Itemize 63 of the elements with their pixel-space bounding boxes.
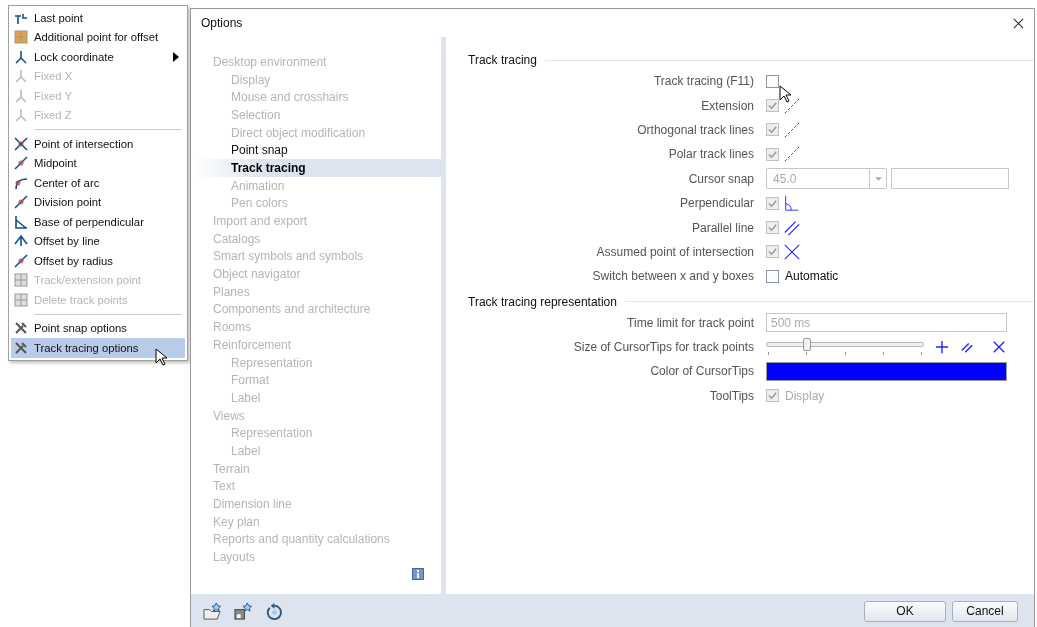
option-label: Track tracing (F11) — [652, 74, 754, 89]
checkbox[interactable] — [766, 269, 779, 283]
menu-item[interactable]: Center of arc — [11, 173, 185, 193]
cross-icon — [13, 135, 29, 152]
submenu-arrow-icon — [173, 51, 179, 62]
option-label: Switch between x and y boxes — [591, 269, 754, 284]
cross-icon — [783, 242, 801, 261]
axes-icon — [13, 87, 29, 104]
menu-item[interactable]: Offset by line — [11, 231, 185, 251]
size-slider[interactable] — [766, 338, 924, 357]
menu-item[interactable]: Point of intersection — [11, 134, 185, 154]
option-label: Size of CursorTips for track points — [572, 340, 754, 355]
option-label: Time limit for track point — [626, 315, 754, 330]
option-label: Color of CursorTips — [649, 364, 754, 379]
grid-icon — [13, 291, 29, 308]
checkbox-caption: Display — [785, 388, 825, 403]
menu-item[interactable]: Additional point for offset — [11, 27, 185, 47]
menu-item[interactable]: Base of perpendicular — [11, 212, 185, 232]
option-label: Cursor snap — [687, 171, 754, 186]
cross-icon — [992, 340, 1006, 355]
option-label: Polar track lines — [667, 147, 754, 162]
grid-icon — [13, 29, 29, 46]
plus-icon — [935, 340, 949, 355]
line-icon — [13, 252, 29, 269]
dashed-line-icon — [783, 145, 801, 164]
folder-star-icon[interactable] — [203, 601, 222, 621]
axes-icon — [13, 48, 29, 65]
menu-item[interactable]: Offset by radius — [11, 251, 185, 271]
axes-icon — [13, 107, 29, 124]
info-icon[interactable] — [412, 568, 424, 580]
section-title: Track tracing representation — [468, 294, 617, 309]
menu-item[interactable]: Track tracing options — [11, 338, 185, 358]
angle-icon — [13, 213, 29, 230]
menu-item[interactable]: Midpoint — [11, 153, 185, 173]
mouse-cursor-icon — [779, 85, 791, 103]
checkbox-caption: Automatic — [785, 269, 839, 284]
line-icon — [13, 194, 29, 211]
menu-item[interactable]: Point snap options — [11, 318, 185, 338]
disk-star-icon[interactable] — [234, 601, 253, 621]
wrench-icon — [13, 339, 29, 356]
cancel-button[interactable]: Cancel — [952, 600, 1018, 622]
perpendicular-icon — [783, 194, 801, 213]
option-label: Assumed point of intersection — [595, 244, 754, 259]
window-title: Options — [201, 16, 243, 30]
parallel-lines-icon — [960, 340, 974, 355]
option-label: Parallel line — [690, 220, 754, 235]
input-field[interactable] — [891, 168, 1009, 190]
option-label: Perpendicular — [678, 196, 754, 211]
option-label: Extension — [700, 98, 754, 113]
menu-item[interactable]: Last point — [11, 8, 185, 28]
checkbox[interactable] — [766, 74, 779, 88]
color-swatch[interactable] — [766, 362, 1007, 381]
menu-item[interactable]: Division point — [11, 192, 185, 212]
grid-icon — [13, 272, 29, 289]
option-label: ToolTips — [708, 388, 754, 403]
axes-icon — [13, 68, 29, 85]
menu-item[interactable]: Lock coordinate — [11, 47, 185, 67]
section-title: Track tracing — [468, 53, 537, 67]
reset-icon[interactable] — [265, 601, 284, 621]
option-label: Orthogonal track lines — [636, 122, 754, 137]
ok-button[interactable]: OK — [864, 600, 946, 622]
close-icon[interactable] — [1013, 17, 1024, 29]
line-icon — [13, 155, 29, 172]
